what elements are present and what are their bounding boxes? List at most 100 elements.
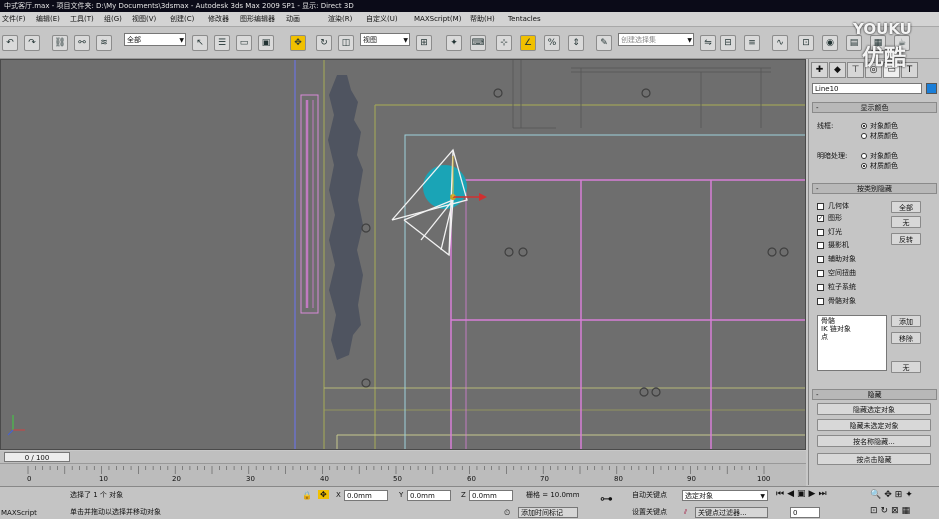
maxscript-listener-label[interactable]: MAXScript [1,509,37,518]
category-none-button[interactable]: 无 [891,216,921,228]
menu-file[interactable]: 文件(F) [2,12,26,26]
current-frame-field[interactable]: 0 [790,507,820,518]
y-coordinate-field[interactable]: 0.0mm [407,490,451,501]
category-shapes-checkbox[interactable]: ✓ [817,215,824,222]
select-and-rotate-icon[interactable]: ↻ [316,35,332,51]
named-selection-set-dropdown[interactable]: 创建选择集 ▼ [618,33,694,46]
menu-tools[interactable]: 工具(T) [70,12,94,26]
menu-rendering[interactable]: 渲染(R) [328,12,352,26]
auto-key-button[interactable]: 自动关键点 [632,491,667,500]
edit-named-selection-icon[interactable]: ✎ [596,35,612,51]
wireframe-material-color-radio[interactable] [861,133,867,139]
menu-customize[interactable]: 自定义(U) [366,12,398,26]
category-bone-objects-checkbox[interactable] [817,298,824,305]
playback-controls[interactable]: ⏮◀▣▶⏭ [776,490,830,499]
category-invert-button[interactable]: 反转 [891,233,921,245]
redo-icon[interactable]: ↷ [24,35,40,51]
command-panel: ✚ ◆ ⊤ ◎ ▭ T Line10 - 显示颜色 线框: 对象颜色 材质颜色 … [808,59,939,485]
set-key-icon[interactable]: ⊶ [600,493,613,506]
shaded-object-color-radio[interactable] [861,153,867,159]
select-and-move-icon[interactable]: ✥ [290,35,306,51]
curve-editor-icon[interactable]: ∿ [772,35,788,51]
manipulate-icon[interactable]: ✦ [446,35,462,51]
menu-graph-editors[interactable]: 图形编辑器 [240,12,275,26]
select-and-scale-icon[interactable]: ◫ [338,35,354,51]
time-slider-bar[interactable]: 0 / 100 [0,451,806,464]
lock-selection-icon[interactable]: 🔒 [302,491,312,500]
undo-icon[interactable]: ↶ [2,35,18,51]
category-lights-checkbox[interactable] [817,229,824,236]
add-time-tag-field[interactable]: 添加时间标记 [518,507,578,518]
mirror-icon[interactable]: ⇋ [700,35,716,51]
pivot-center-icon[interactable]: ⊞ [416,35,432,51]
unlink-icon[interactable]: ⚯ [74,35,90,51]
object-name-field[interactable]: Line10 [812,83,922,94]
hide-by-name-button[interactable]: 按名称隐藏... [817,435,931,447]
select-object-icon[interactable]: ↖ [192,35,208,51]
bind-space-warp-icon[interactable]: ≋ [96,35,112,51]
category-list-box[interactable]: 骨骼 IK 链对象 点 [817,315,887,371]
category-particle-systems-checkbox[interactable] [817,284,824,291]
list-remove-button[interactable]: 移除 [891,332,921,344]
category-cameras-checkbox[interactable] [817,242,824,249]
menu-animation[interactable]: 动画 [286,12,300,26]
select-and-link-icon[interactable]: ⛓ [52,35,68,51]
angle-snap-icon[interactable]: ∠ [520,35,536,51]
menu-views[interactable]: 视图(V) [132,12,156,26]
viewport-navigation-controls[interactable]: 🔍✥⊞✦ [870,491,916,500]
category-helpers-checkbox[interactable] [817,256,824,263]
hide-selected-button[interactable]: 隐藏选定对象 [817,403,931,415]
rectangular-selection-icon[interactable]: ▭ [236,35,252,51]
material-editor-icon[interactable]: ◉ [822,35,838,51]
menu-tentacles[interactable]: Tentacles [508,12,541,26]
window-crossing-icon[interactable]: ▣ [258,35,274,51]
set-key-button[interactable]: 设置关键点 [632,508,667,517]
schematic-view-icon[interactable]: ⊡ [798,35,814,51]
selection-filter-dropdown[interactable]: 全部 ▼ [124,33,186,46]
modify-tab-icon[interactable]: ◆ [829,62,846,78]
list-none-button[interactable]: 无 [891,361,921,373]
layer-manager-icon[interactable]: ≡ [744,35,760,51]
reference-coordinate-dropdown[interactable]: 视图 ▼ [360,33,410,46]
key-filters-button[interactable]: 关键点过滤器... [695,507,768,518]
time-slider-thumb[interactable]: 0 / 100 [4,452,70,462]
time-tag-icon[interactable]: ⏲ [504,508,510,517]
list-item[interactable]: IK 链对象 [821,325,883,333]
keyboard-shortcut-override-icon[interactable]: ⌨ [470,35,486,51]
create-tab-icon[interactable]: ✚ [811,62,828,78]
hide-rollout-header[interactable]: - 隐藏 [812,389,937,400]
hide-unselected-button[interactable]: 隐藏未选定对象 [817,419,931,431]
menu-edit[interactable]: 编辑(E) [36,12,60,26]
object-color-swatch[interactable] [926,83,937,94]
snaps-toggle-icon[interactable]: ⊹ [496,35,512,51]
list-item[interactable]: 点 [821,333,883,341]
key-selection-dropdown[interactable]: 选定对象 ▼ [682,490,768,501]
hide-by-category-rollout-header[interactable]: - 按类别隐藏 [812,183,937,194]
list-add-button[interactable]: 添加 [891,315,921,327]
x-coordinate-field[interactable]: 0.0mm [344,490,388,501]
category-cameras-label: 摄影机 [828,241,849,249]
key-mode-icon[interactable]: ⫽ [684,508,687,517]
absolute-mode-icon[interactable]: ✥ [318,490,329,499]
hide-by-hit-button[interactable]: 按点击隐藏 [817,453,931,465]
menu-modifiers[interactable]: 修改器 [208,12,229,26]
menu-create[interactable]: 创建(C) [170,12,194,26]
z-coordinate-field[interactable]: 0.0mm [469,490,513,501]
shaded-material-color-radio[interactable] [861,163,867,169]
track-bar[interactable]: 0 10 20 30 40 50 60 70 80 90 100 [0,464,806,486]
viewport-navigation-controls-2[interactable]: ⊡↻⊠▦ [870,507,913,516]
list-item[interactable]: 骨骼 [821,317,883,325]
menu-help[interactable]: 帮助(H) [470,12,495,26]
display-color-rollout-header[interactable]: - 显示颜色 [812,102,937,113]
category-all-button[interactable]: 全部 [891,201,921,213]
percent-snap-icon[interactable]: % [544,35,560,51]
category-space-warps-checkbox[interactable] [817,270,824,277]
wireframe-object-color-radio[interactable] [861,123,867,129]
category-geometry-checkbox[interactable] [817,203,824,210]
spinner-snap-icon[interactable]: ⇕ [568,35,584,51]
perspective-viewport[interactable] [0,59,806,450]
align-icon[interactable]: ⊟ [720,35,736,51]
menu-group[interactable]: 组(G) [104,12,122,26]
select-by-name-icon[interactable]: ☰ [214,35,230,51]
menu-maxscript[interactable]: MAXScript(M) [414,12,461,26]
